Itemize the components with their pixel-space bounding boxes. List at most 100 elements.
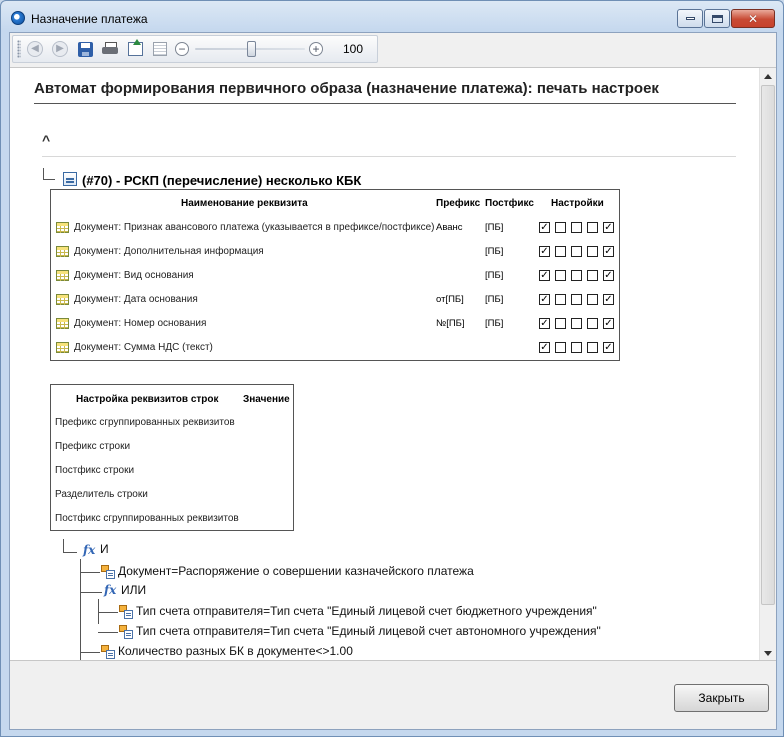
maximize-icon <box>711 14 723 23</box>
setting-checkbox <box>587 246 598 257</box>
table-row: Документ: Сумма НДС (текст) ✓ ✓ <box>51 336 619 360</box>
export-button[interactable] <box>124 38 146 60</box>
window-title: Назначение платежа <box>31 12 148 26</box>
section-rule <box>42 156 736 157</box>
page-setup-button[interactable] <box>149 38 171 60</box>
heading-rule <box>34 103 736 104</box>
zoom-value: 100 <box>343 42 364 56</box>
scroll-up-button[interactable] <box>760 68 776 85</box>
forward-button[interactable]: ▶ <box>49 38 71 60</box>
zoom-slider-thumb[interactable] <box>247 41 256 57</box>
table-field-icon <box>56 294 69 305</box>
scroll-down-button[interactable] <box>760 645 776 660</box>
setting-checkbox <box>555 246 566 257</box>
string-settings-table: Настройка реквизитов строк Значение Преф… <box>50 384 294 531</box>
toolbar-grip[interactable] <box>17 40 21 58</box>
or-operator: ИЛИ <box>121 583 147 597</box>
setting-checkbox: ✓ <box>539 342 550 353</box>
condition-icon <box>101 565 115 579</box>
tree-connector <box>43 168 55 180</box>
table-field-icon <box>56 270 69 281</box>
condition-icon <box>101 645 115 659</box>
minimize-icon <box>685 17 695 20</box>
zoom-in-icon[interactable]: + <box>309 42 323 56</box>
setting-checkbox: ✓ <box>603 222 614 233</box>
setting-checkbox <box>587 342 598 353</box>
rule-node-title: (#70) - РСКП (перечисление) несколько КБ… <box>82 173 362 188</box>
settings-checkboxes: ✓ ✓ <box>539 342 619 353</box>
requisite-prefix: от[ПБ] <box>436 294 464 305</box>
settings-checkboxes: ✓ ✓ <box>539 294 619 305</box>
table-row: Документ: Дата основания от[ПБ] [ПБ] ✓ ✓ <box>51 288 619 312</box>
col-header-string-setting: Настройка реквизитов строк <box>76 394 219 405</box>
setting-checkbox <box>555 270 566 281</box>
table-field-icon <box>56 246 69 257</box>
vertical-scrollbar[interactable] <box>759 68 776 660</box>
col-header-prefix: Префикс <box>436 198 481 209</box>
setting-checkbox <box>587 222 598 233</box>
main-window: Назначение платежа ✕ ◀ ▶ − + 100 Автомат… <box>0 0 784 737</box>
setting-checkbox <box>587 270 598 281</box>
setting-checkbox: ✓ <box>539 246 550 257</box>
setting-checkbox <box>555 318 566 329</box>
save-button[interactable] <box>74 38 96 60</box>
col-header-value: Значение <box>243 394 290 405</box>
close-window-button[interactable]: ✕ <box>731 9 775 28</box>
string-setting-row: Постфикс строки <box>55 465 135 476</box>
settings-checkboxes: ✓ ✓ <box>539 318 619 329</box>
back-button[interactable]: ◀ <box>24 38 46 60</box>
table-field-icon <box>56 222 69 233</box>
table-row: Документ: Вид основания [ПБ] ✓ ✓ <box>51 264 619 288</box>
tree-line <box>80 559 81 660</box>
setting-checkbox: ✓ <box>539 318 550 329</box>
setting-checkbox: ✓ <box>603 318 614 329</box>
window-controls: ✕ <box>676 9 775 28</box>
requisite-postfix: [ПБ] <box>485 270 504 281</box>
or-item-autonomous: Тип счета отправителя=Тип счета "Единый … <box>136 624 601 638</box>
settings-checkboxes: ✓ ✓ <box>539 222 619 233</box>
setting-checkbox: ✓ <box>539 270 550 281</box>
condition-icon <box>119 625 133 639</box>
setting-checkbox: ✓ <box>539 222 550 233</box>
save-icon <box>77 41 93 57</box>
rule-node-icon <box>63 172 77 186</box>
tree-line <box>63 552 77 553</box>
setting-checkbox <box>555 222 566 233</box>
minimize-button[interactable] <box>677 9 703 28</box>
arrow-up-icon <box>764 74 772 79</box>
or-item-budget: Тип счета отправителя=Тип счета "Единый … <box>136 604 597 618</box>
tree-line <box>80 652 100 653</box>
collapse-toggle[interactable]: ^ <box>42 132 50 148</box>
string-setting-row: Разделитель строки <box>55 489 148 500</box>
requisite-postfix: [ПБ] <box>485 318 504 329</box>
setting-checkbox <box>587 318 598 329</box>
requisite-postfix: [ПБ] <box>485 246 504 257</box>
zoom-slider[interactable] <box>195 40 305 58</box>
client-area: ◀ ▶ − + 100 Автомат формирования первичн… <box>9 32 777 730</box>
report-heading: Автомат формирования первичного образа (… <box>34 80 659 97</box>
requisite-name: Документ: Дополнительная информация <box>74 246 264 257</box>
condition-icon <box>119 605 133 619</box>
setting-checkbox <box>587 294 598 305</box>
close-button[interactable]: Закрыть <box>674 684 769 712</box>
requisite-name: Документ: Вид основания <box>74 270 194 281</box>
string-setting-row: Префикс сгруппированных реквизитов <box>55 417 235 428</box>
settings-checkboxes: ✓ ✓ <box>539 270 619 281</box>
print-button[interactable] <box>99 38 121 60</box>
requisite-name: Документ: Признак авансового платежа (ук… <box>74 222 435 233</box>
setting-checkbox <box>571 246 582 257</box>
title-bar[interactable]: Назначение платежа ✕ <box>1 1 783 33</box>
setting-checkbox <box>555 294 566 305</box>
col-header-name: Наименование реквизита <box>181 198 308 209</box>
maximize-button[interactable] <box>704 9 730 28</box>
requisite-prefix: Аванс <box>436 222 463 233</box>
close-icon: ✕ <box>747 11 759 26</box>
tree-line <box>80 572 100 573</box>
setting-checkbox <box>571 342 582 353</box>
zoom-out-icon[interactable]: − <box>175 42 189 56</box>
setting-checkbox <box>555 342 566 353</box>
setting-checkbox: ✓ <box>603 246 614 257</box>
and-operator: И <box>100 542 109 556</box>
scroll-thumb[interactable] <box>761 85 775 605</box>
table-field-icon <box>56 318 69 329</box>
